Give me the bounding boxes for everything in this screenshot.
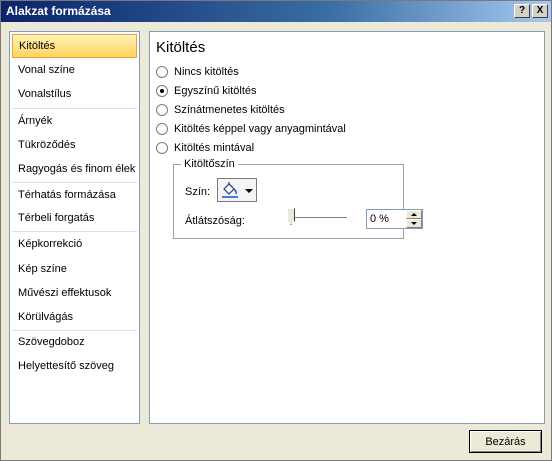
sidebar-item-korulvagas[interactable]: Körülvágás (10, 305, 139, 329)
color-label: Szín: (185, 186, 211, 198)
sidebar-item-helyettesito-szoveg[interactable]: Helyettesítő szöveg (10, 354, 139, 378)
radio-button[interactable] (156, 123, 168, 135)
format-shape-dialog: Alakzat formázása ? X Kitöltés Vonal szí… (0, 0, 552, 461)
sidebar-item-muveszi-effektusok[interactable]: Művészi effektusok (10, 281, 139, 305)
radio-label: Színátmenetes kitöltés (174, 104, 285, 116)
dialog-title: Alakzat formázása (6, 4, 111, 18)
settings-panel: Kitöltés Nincs kitöltés Egyszínű kitölté… (149, 31, 545, 424)
sidebar-item-kepkorrekcio[interactable]: Képkorrekció (10, 232, 139, 256)
radio-label: Nincs kitöltés (174, 66, 239, 78)
radio-button[interactable] (156, 104, 168, 116)
sidebar-item-kep-szine[interactable]: Kép színe (10, 257, 139, 281)
color-picker-button[interactable] (217, 178, 257, 202)
transparency-label: Átlátszóság: (185, 215, 245, 227)
radio-label: Kitöltés képpel vagy anyagmintával (174, 123, 346, 135)
radio-label: Egyszínű kitöltés (174, 85, 257, 97)
chevron-down-icon (245, 189, 253, 193)
paint-bucket-icon (222, 182, 238, 198)
radio-button[interactable] (156, 66, 168, 78)
sidebar-item-kitoltes[interactable]: Kitöltés (12, 34, 137, 58)
transparency-slider-track[interactable] (287, 217, 347, 219)
transparency-spinner[interactable] (366, 209, 423, 229)
help-button[interactable]: ? (514, 4, 530, 18)
sidebar-item-tukrozodes[interactable]: Tükröződés (10, 133, 139, 157)
sidebar-item-arnyek[interactable]: Árnyék (10, 109, 139, 133)
category-list: Kitöltés Vonal színe Vonalstílus Árnyék … (9, 31, 140, 424)
sidebar-item-vonal-szine[interactable]: Vonal színe (10, 58, 139, 82)
spin-up-button[interactable] (406, 210, 422, 219)
title-bar[interactable]: Alakzat formázása ? X (1, 1, 551, 22)
radio-button[interactable] (156, 142, 168, 154)
spin-down-button[interactable] (406, 219, 422, 228)
transparency-input[interactable] (368, 211, 406, 227)
transparency-slider-thumb[interactable] (287, 208, 295, 225)
panel-title: Kitöltés (156, 39, 206, 56)
radio-button[interactable] (156, 85, 168, 97)
sidebar-item-ragyogas[interactable]: Ragyogás és finom élek (10, 157, 139, 181)
sidebar-item-terbeli-forgatas[interactable]: Térbeli forgatás (10, 206, 139, 230)
fill-color-group: Kitöltőszín Szín: Átlátszóság: (173, 158, 423, 239)
sidebar-item-terhatas[interactable]: Térhatás formázása (10, 183, 139, 207)
group-legend: Kitöltőszín (181, 158, 238, 170)
close-button[interactable]: Bezárás (469, 430, 542, 453)
close-icon[interactable]: X (532, 4, 548, 18)
radio-label: Kitöltés mintával (174, 142, 255, 154)
sidebar-item-szovegdoboz[interactable]: Szövegdoboz (10, 330, 139, 354)
sidebar-item-vonalstilus[interactable]: Vonalstílus (10, 82, 139, 106)
